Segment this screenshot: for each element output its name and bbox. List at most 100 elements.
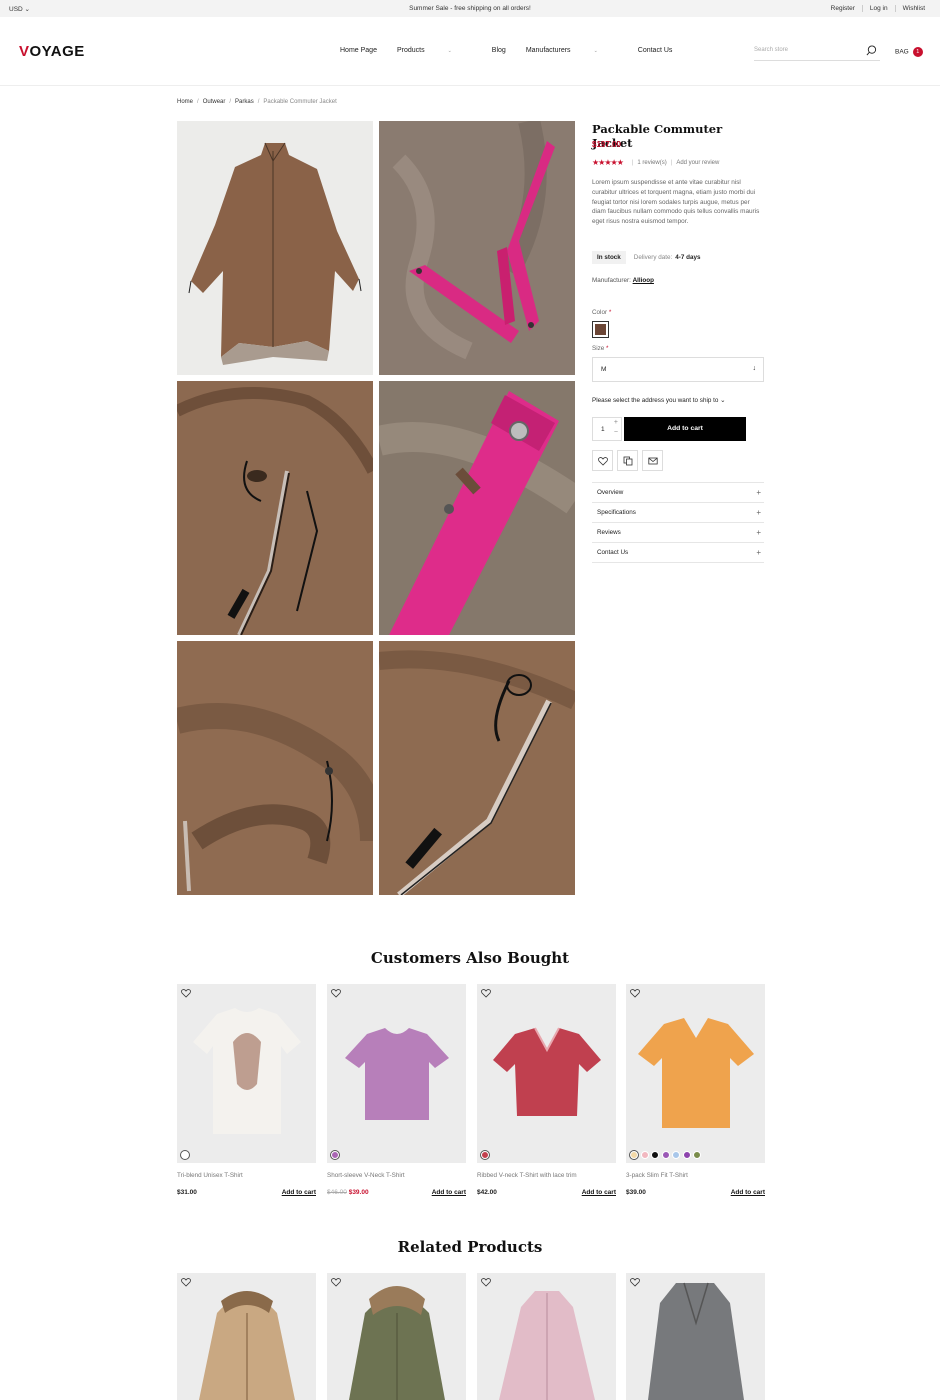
product-card-name[interactable]: Short-sleeve V-Neck T-Shirt — [327, 1172, 405, 1179]
breadcrumb-current: Packable Commuter Jacket — [263, 99, 337, 105]
product-image-2[interactable] — [379, 121, 575, 375]
swatch-list — [331, 1151, 342, 1159]
breadcrumb-outwear[interactable]: Outwear — [203, 99, 226, 105]
product-card-image[interactable] — [626, 984, 765, 1163]
add-to-cart-link[interactable]: Add to cart — [731, 1189, 765, 1196]
color-swatch[interactable] — [672, 1151, 680, 1159]
main-nav: Home Page Products ⌄ Blog Manufacturers ⌄ … — [340, 47, 692, 54]
product-image-3[interactable] — [177, 381, 373, 635]
heart-icon[interactable] — [481, 988, 491, 998]
sale-price: $39.00 — [348, 1189, 369, 1196]
product-image-4[interactable] — [379, 381, 575, 635]
product-rating: ★★★★★ | 1 review(s) | Add your review — [592, 158, 764, 167]
product-image-1[interactable] — [177, 121, 373, 375]
nav-home[interactable]: Home Page — [340, 47, 377, 54]
product-image-5[interactable] — [177, 641, 373, 895]
color-swatch-brown[interactable] — [592, 321, 609, 338]
color-swatch[interactable] — [331, 1151, 339, 1159]
product-card-image[interactable] — [477, 984, 616, 1163]
review-count-link[interactable]: 1 review(s) — [637, 160, 666, 166]
jacket-collar-image — [177, 381, 373, 635]
nav-contact[interactable]: Contact Us — [638, 47, 673, 54]
product-card-name[interactable]: 3-pack Slim Fit T-Shirt — [626, 1172, 688, 1179]
add-to-cart-link[interactable]: Add to cart — [582, 1189, 616, 1196]
manufacturer-link[interactable]: Allioop — [633, 277, 654, 284]
product-card-price: $31.00 — [177, 1189, 197, 1196]
product-card[interactable]: Ribbed V-neck T-Shirt with lace trim $42… — [477, 984, 616, 1196]
search-icon[interactable] — [866, 45, 877, 56]
breadcrumb-separator: / — [257, 99, 260, 105]
related-product-card[interactable] — [327, 1273, 466, 1400]
color-swatch[interactable] — [481, 1151, 489, 1159]
product-card[interactable]: 3-pack Slim Fit T-Shirt $39.00 Add to ca… — [626, 984, 765, 1196]
logo[interactable]: VOYAGE — [19, 43, 85, 60]
register-link[interactable]: Register — [824, 5, 862, 12]
minus-icon[interactable]: − — [614, 429, 618, 436]
color-swatch[interactable] — [693, 1151, 701, 1159]
breadcrumb-parkas[interactable]: Parkas — [235, 99, 254, 105]
accordion-contact[interactable]: Contact Us + — [592, 543, 764, 563]
ship-address-toggle[interactable]: Please select the address you want to sh… — [592, 397, 764, 404]
heart-icon[interactable] — [331, 1277, 341, 1287]
heart-icon[interactable] — [181, 988, 191, 998]
product-card-price: $46.00 $39.00 — [327, 1189, 369, 1196]
jacket-sleeve-image — [177, 641, 373, 895]
product-card[interactable]: Tri-blend Unisex T-Shirt $31.00 Add to c… — [177, 984, 316, 1196]
size-label: Size * — [592, 345, 764, 352]
heart-icon[interactable] — [481, 1277, 491, 1287]
top-bar: USD ⌄ Summer Sale - free shipping on all… — [0, 0, 940, 17]
manufacturer-label: Manufacturer: — [592, 277, 631, 284]
swatch-list — [630, 1151, 704, 1159]
swatch-list — [481, 1151, 492, 1159]
related-product-card[interactable] — [477, 1273, 616, 1400]
color-label-text: Color — [592, 309, 608, 316]
accordion-overview[interactable]: Overview + — [592, 483, 764, 503]
quantity-input[interactable]: 1 — [601, 426, 605, 433]
related-product-card[interactable] — [626, 1273, 765, 1400]
product-card-name[interactable]: Tri-blend Unisex T-Shirt — [177, 1172, 243, 1179]
plus-icon: + — [756, 488, 761, 497]
delivery-value: 4-7 days — [675, 254, 701, 261]
add-review-link[interactable]: Add your review — [676, 160, 719, 166]
heart-icon[interactable] — [630, 988, 640, 998]
size-select[interactable]: M ↓ — [592, 357, 764, 382]
product-card-name[interactable]: Ribbed V-neck T-Shirt with lace trim — [477, 1172, 577, 1179]
accordion-label: Reviews — [597, 529, 621, 536]
product-card[interactable]: Short-sleeve V-Neck T-Shirt $46.00 $39.0… — [327, 984, 466, 1196]
product-card-image[interactable] — [177, 984, 316, 1163]
nav-manufacturers-label: Manufacturers — [525, 47, 571, 54]
tshirt-image — [345, 1028, 449, 1120]
related-product-card[interactable] — [177, 1273, 316, 1400]
bag-label: BAG — [895, 48, 909, 56]
wishlist-button[interactable] — [592, 450, 613, 471]
color-swatch[interactable] — [630, 1151, 638, 1159]
email-friend-button[interactable] — [642, 450, 663, 471]
add-to-cart-button[interactable]: Add to cart — [624, 417, 746, 441]
add-to-cart-link[interactable]: Add to cart — [282, 1189, 316, 1196]
compare-button[interactable] — [617, 450, 638, 471]
heart-icon[interactable] — [630, 1277, 640, 1287]
wishlist-link[interactable]: Wishlist — [894, 5, 932, 12]
color-swatch[interactable] — [661, 1151, 670, 1159]
add-to-cart-link[interactable]: Add to cart — [432, 1189, 466, 1196]
login-link[interactable]: Log in — [861, 5, 895, 12]
accordion-specifications[interactable]: Specifications + — [592, 503, 764, 523]
nav-manufacturers[interactable]: Manufacturers ⌄ — [526, 47, 618, 54]
nav-blog[interactable]: Blog — [492, 47, 506, 54]
stock-info: In stock Delivery date: 4-7 days — [592, 251, 764, 264]
color-swatch[interactable] — [682, 1151, 691, 1159]
accordion-reviews[interactable]: Reviews + — [592, 523, 764, 543]
plus-icon[interactable]: + — [614, 419, 618, 426]
color-swatch[interactable] — [651, 1151, 659, 1159]
nav-products[interactable]: Products ⌄ — [397, 47, 472, 54]
breadcrumb-home[interactable]: Home — [177, 99, 193, 105]
heart-icon[interactable] — [181, 1277, 191, 1287]
product-image-6[interactable] — [379, 641, 575, 895]
bag-button[interactable]: BAG 1 — [895, 47, 923, 57]
heart-icon[interactable] — [331, 988, 341, 998]
search-input[interactable]: Search store — [754, 45, 880, 61]
chevron-down-icon: ⌄ — [720, 397, 726, 404]
color-swatch[interactable] — [640, 1151, 649, 1159]
color-swatch[interactable] — [181, 1151, 189, 1159]
product-card-image[interactable] — [327, 984, 466, 1163]
